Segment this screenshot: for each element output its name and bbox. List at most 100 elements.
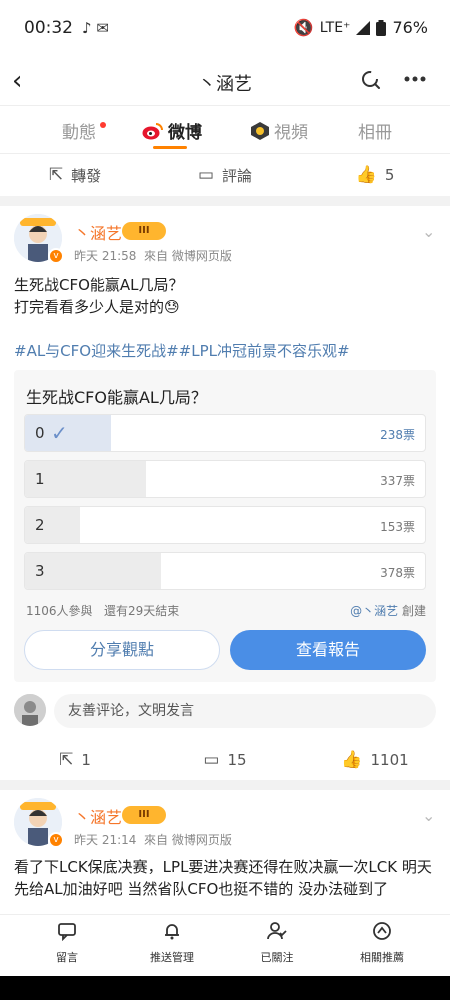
post-source: 來自 微博网页版 — [144, 249, 232, 263]
check-icon: ✓ — [51, 421, 68, 445]
poll-option-label: 3 — [35, 562, 45, 580]
comment-count: 15 — [227, 751, 247, 769]
poll-option-fill — [25, 553, 161, 589]
tab-video[interactable]: 視頻 — [250, 118, 308, 143]
chevron-down-icon[interactable]: ⌄ — [422, 806, 435, 825]
my-avatar-image — [14, 694, 46, 726]
system-nav-bar — [0, 976, 450, 1000]
nav-label: 已關注 — [260, 951, 294, 964]
poll-question: 生死战CFO能赢AL几局？ — [26, 388, 207, 407]
section-divider — [0, 196, 450, 206]
tab-label: 微博 — [168, 123, 202, 143]
battery-icon — [376, 19, 387, 36]
hashtags[interactable]: #AL与CFO迎来生死战##LPL冲冠前景不容乐观# — [14, 340, 350, 361]
poll-option[interactable]: 2 153票 — [24, 506, 426, 544]
verified-badge: v — [48, 832, 64, 848]
poll-option-label: 2 — [35, 516, 45, 534]
poll-option[interactable]: 3 378票 — [24, 552, 426, 590]
poll-option-count: 378票 — [380, 566, 415, 580]
tab-label: 動態 — [62, 123, 96, 143]
nav-push-settings[interactable]: 推送管理 — [117, 921, 227, 965]
thumb-up-icon: 👍 — [355, 165, 377, 185]
repost-label: 轉發 — [71, 166, 102, 185]
comment-icon: ▭ — [203, 750, 220, 770]
poll-option-label: 1 — [35, 470, 45, 488]
top-header: ‹ 丶涵艺 — [0, 56, 450, 106]
comment-button[interactable]: ▭ 15 — [150, 740, 300, 780]
level-badge: III — [122, 806, 166, 824]
post-time: 昨天 21:58 — [74, 249, 137, 263]
poll-option-count: 238票 — [380, 428, 415, 442]
verified-badge: v — [48, 248, 64, 264]
status-time: 00:32 — [24, 18, 73, 38]
like-button[interactable]: 👍 5 — [300, 155, 450, 195]
post-text: 生死战CFO能赢AL几局？ 打完看看多少人是对的😓 — [14, 274, 438, 318]
bell-icon — [117, 921, 227, 947]
search-refresh-icon[interactable] — [360, 68, 382, 90]
user-check-icon — [222, 921, 332, 947]
share-opinion-button[interactable]: 分享觀點 — [24, 630, 220, 670]
poll-option-fill — [25, 507, 81, 543]
page-title: 丶涵艺 — [198, 74, 252, 95]
tab-dynamics[interactable]: 動態 — [62, 118, 106, 143]
nav-label: 相關推薦 — [360, 951, 404, 964]
poll-creator: @丶涵艺 創建 — [350, 602, 426, 619]
repost-count: 1 — [81, 751, 91, 769]
tab-label: 視頻 — [274, 123, 308, 143]
post-username[interactable]: 丶涵艺 — [74, 220, 122, 244]
post-username[interactable]: 丶涵艺 — [74, 804, 122, 828]
message-icon — [12, 921, 122, 947]
repost-button[interactable]: ⇱ 轉發 — [0, 155, 150, 195]
nav-following[interactable]: 已關注 — [222, 921, 332, 965]
poll-option[interactable]: 0 ✓ 238票 — [24, 414, 426, 452]
video-icon — [251, 121, 269, 140]
like-button[interactable]: 👍 1101 — [300, 740, 450, 780]
post-source: 來自 微博网页版 — [144, 833, 232, 847]
poll-creator-suffix: 創建 — [401, 604, 426, 618]
post-meta: 昨天 21:58 來自 微博网页版 — [74, 247, 232, 264]
section-divider — [0, 780, 450, 790]
post-text-line: 生死战CFO能赢AL几局？ — [14, 276, 184, 294]
prev-post-actions: ⇱ 轉發 ▭ 評論 👍 5 — [0, 155, 450, 195]
view-report-button[interactable]: 查看報告 — [230, 630, 426, 670]
post-meta: 昨天 21:14 來自 微博网页版 — [74, 831, 232, 848]
chevron-down-icon[interactable]: ⌄ — [422, 222, 435, 241]
like-count: 5 — [384, 166, 395, 184]
poll-stats: 1106人參與 還有29天結束 — [26, 602, 179, 619]
poll-remaining: 還有29天結束 — [104, 604, 180, 618]
comment-input[interactable]: 友善评论，文明发言 — [54, 694, 436, 728]
notification-icons: ♪ ✉ — [82, 19, 109, 37]
poll-option-count: 337票 — [380, 474, 415, 488]
comment-icon: ▭ — [197, 165, 215, 185]
profile-tabs: 動態 微博 視頻 相冊 — [0, 106, 450, 154]
post-text: 看了下LCK保底决赛，LPL要进决赛还得在败决赢一次LCK 明天先给AL加油好吧… — [14, 858, 432, 898]
nav-label: 推送管理 — [150, 951, 194, 964]
repost-button[interactable]: ⇱ 1 — [0, 740, 150, 780]
mute-icon: 🔇 — [293, 18, 314, 37]
more-icon[interactable] — [404, 76, 426, 82]
comment-label: 評論 — [222, 166, 253, 185]
nav-label: 留言 — [56, 951, 78, 964]
level-badge: III — [122, 222, 166, 240]
nav-recommended[interactable]: 相關推薦 — [327, 921, 437, 965]
poll-option[interactable]: 1 337票 — [24, 460, 426, 498]
nav-message[interactable]: 留言 — [12, 921, 122, 965]
poll-creator-link[interactable]: @丶涵艺 — [350, 604, 398, 618]
post-actions: ⇱ 1 ▭ 15 👍 1101 — [0, 740, 450, 780]
tab-album[interactable]: 相冊 — [358, 118, 392, 143]
thumb-up-icon: 👍 — [341, 750, 363, 770]
repost-icon: ⇱ — [48, 165, 64, 185]
comment-button[interactable]: ▭ 評論 — [150, 155, 300, 195]
battery-percent: 76% — [392, 18, 428, 37]
status-bar: 00:32 ♪ ✉ 🔇 LTE⁺ 76% — [0, 0, 450, 56]
notification-dot — [100, 121, 106, 128]
repost-icon: ⇱ — [59, 750, 74, 770]
network-label: LTE⁺ — [319, 19, 351, 36]
bottom-nav: 留言 推送管理 已關注 相關推薦 — [0, 914, 450, 976]
tab-label: 相冊 — [358, 123, 392, 143]
weibo-icon — [142, 122, 163, 139]
my-avatar — [14, 694, 46, 726]
compass-icon — [327, 921, 437, 947]
poll-participants: 1106人參與 — [26, 604, 93, 618]
tab-weibo[interactable]: 微博 — [142, 118, 202, 143]
